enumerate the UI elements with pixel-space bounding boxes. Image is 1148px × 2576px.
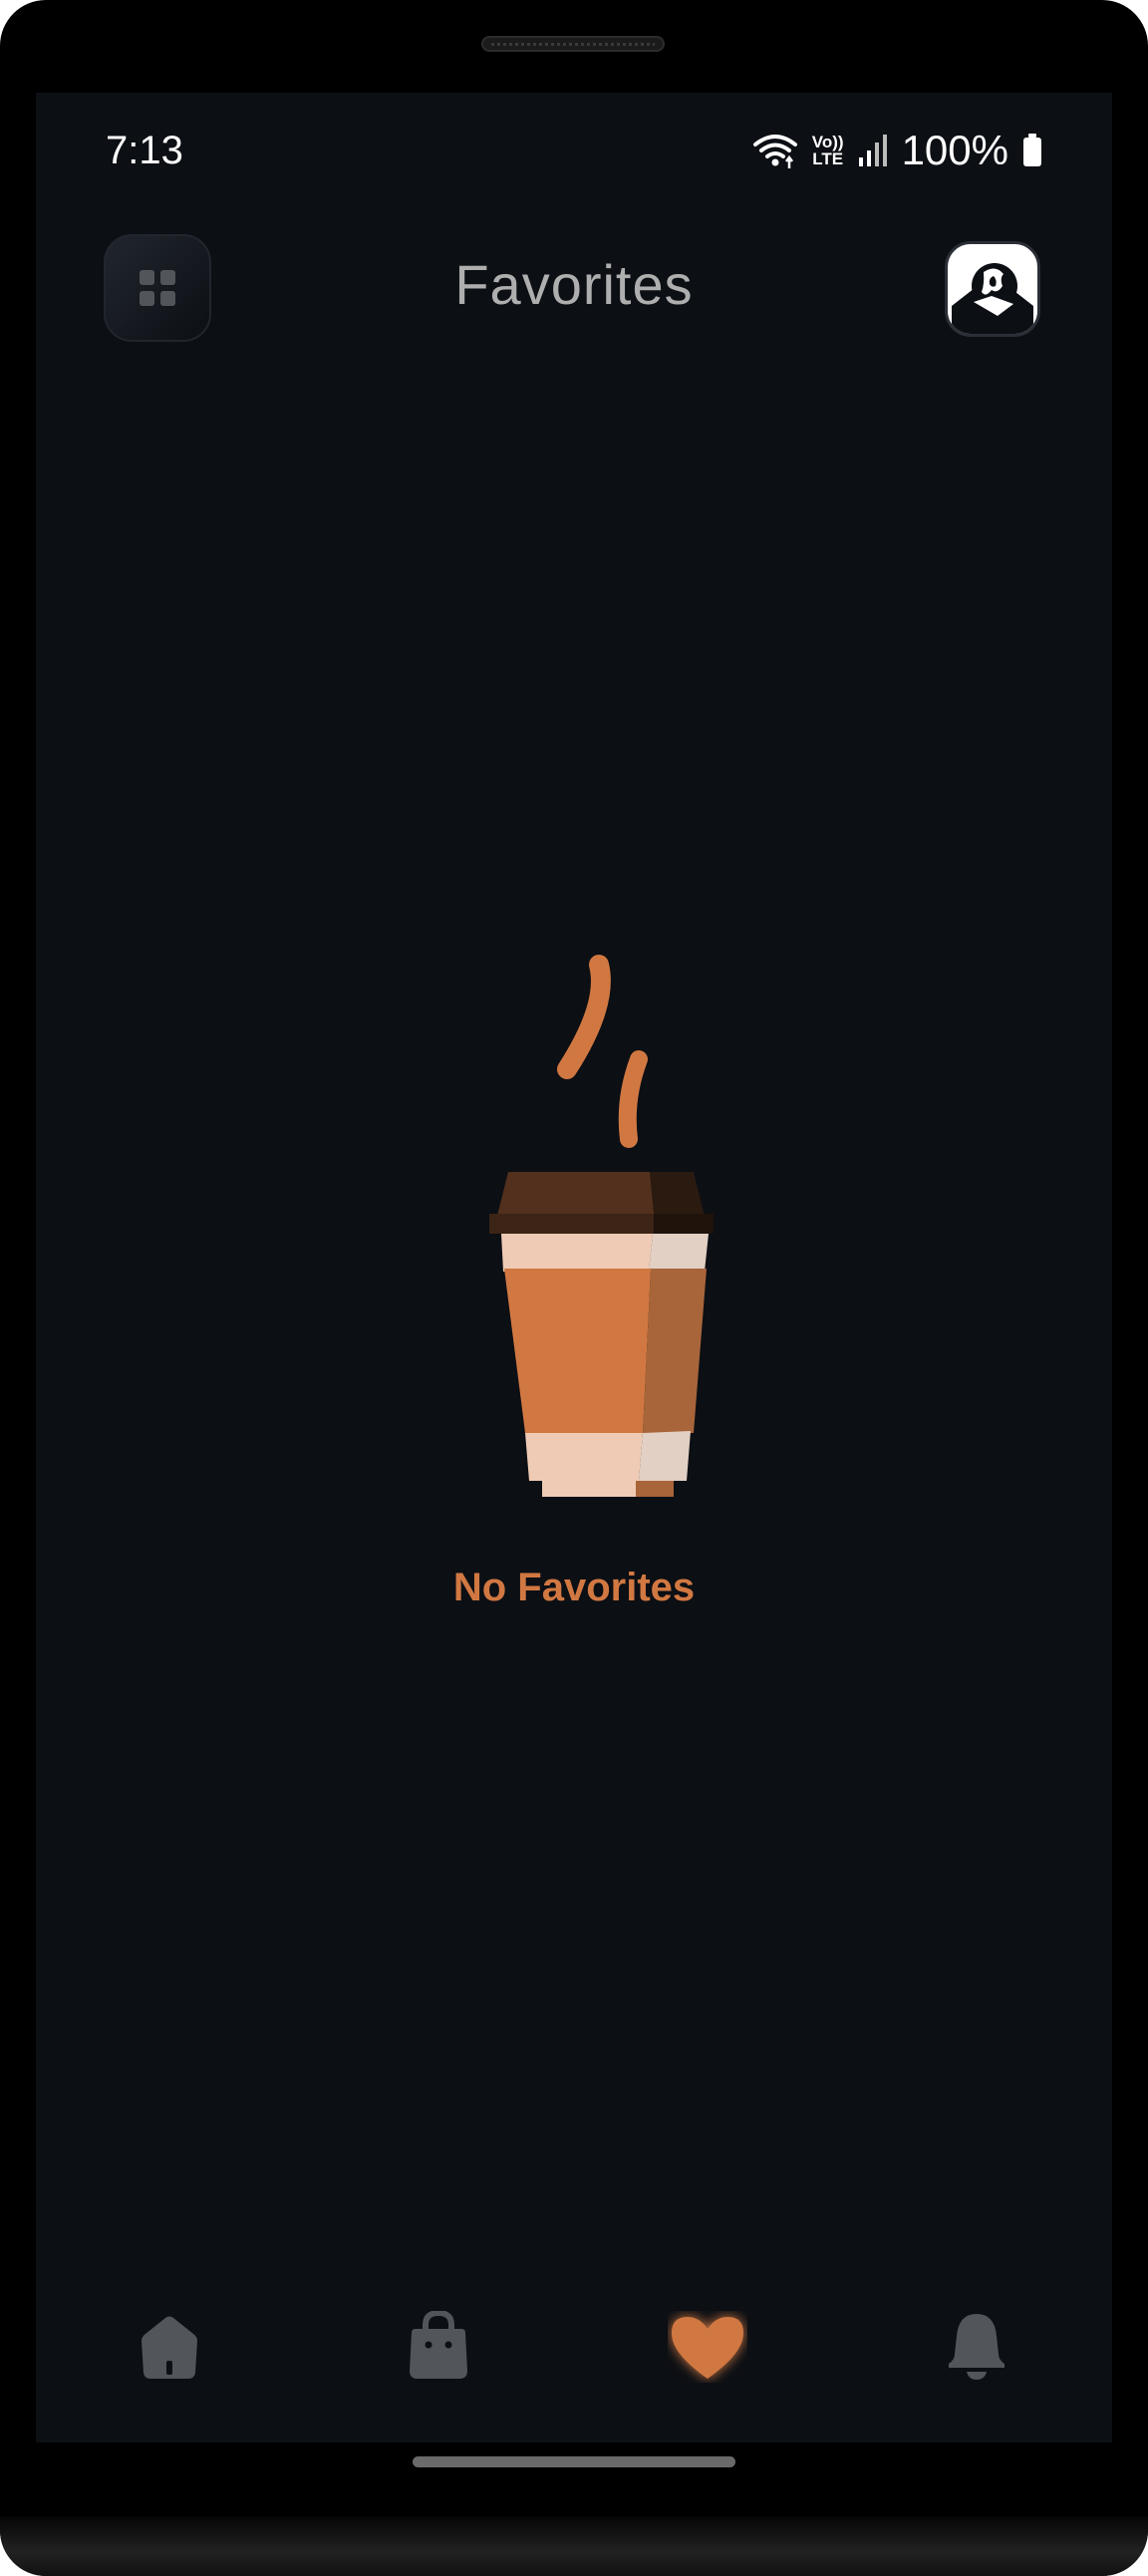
earpiece-speaker [481,36,665,52]
bell-icon [949,2314,1004,2380]
status-bar: 7:13 Vo)) LTE 100% [36,93,1112,212]
heart-icon [672,2317,743,2379]
empty-state-message: No Favorites [452,1566,696,1609]
home-icon [142,2316,197,2379]
signal-icon [858,135,887,166]
shopping-bag-icon [410,2311,467,2379]
volte-label: Vo)) [811,133,844,151]
battery-icon [1023,134,1041,166]
lte-label: LTE [812,149,844,168]
network-type-label: Vo)) LTE [812,134,844,167]
status-time: 7:13 [106,129,183,172]
phone-frame: 7:13 Vo)) LTE 100% Favorites No Favorite… [0,0,1148,2576]
nav-favorites[interactable] [668,2307,747,2387]
profile-avatar-button[interactable] [945,241,1040,337]
status-icons: Vo)) LTE 100% [752,127,1042,174]
app-screen: 7:13 Vo)) LTE 100% Favorites No Favorite… [36,93,1112,2442]
nav-notifications[interactable] [937,2307,1016,2387]
coffee-cup-illustration [430,855,768,1513]
nav-cart[interactable] [399,2307,478,2387]
phone-bottom-edge [0,2516,1148,2576]
wifi-icon [752,135,797,168]
profile-avatar [952,263,1033,334]
nav-home[interactable] [130,2307,209,2387]
home-indicator[interactable] [413,2456,735,2467]
battery-percent: 100% [901,127,1008,173]
